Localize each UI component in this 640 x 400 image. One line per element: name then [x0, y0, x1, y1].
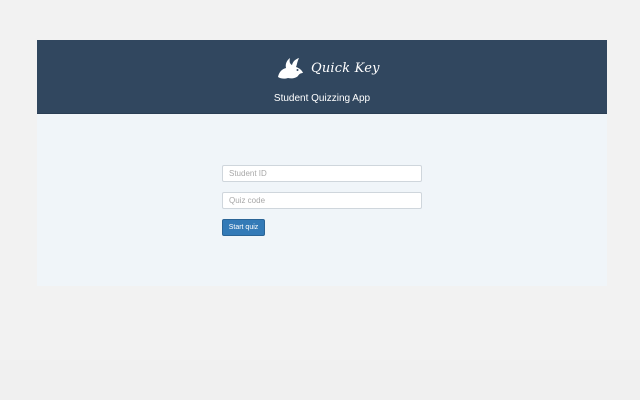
student-id-input[interactable]	[222, 165, 422, 182]
app-header: Quick Key Student Quizzing App	[37, 40, 607, 114]
quiz-code-input[interactable]	[222, 192, 422, 209]
start-quiz-button[interactable]: Start quiz	[222, 219, 265, 236]
window-bottom-strip	[0, 360, 640, 400]
app-subtitle: Student Quizzing App	[273, 93, 371, 104]
logo: Quick Key	[275, 55, 380, 81]
rabbit-icon	[278, 58, 303, 79]
logo-text: Quick Key	[311, 60, 380, 76]
app-panel: Quick Key Student Quizzing App Start qui…	[37, 40, 607, 286]
